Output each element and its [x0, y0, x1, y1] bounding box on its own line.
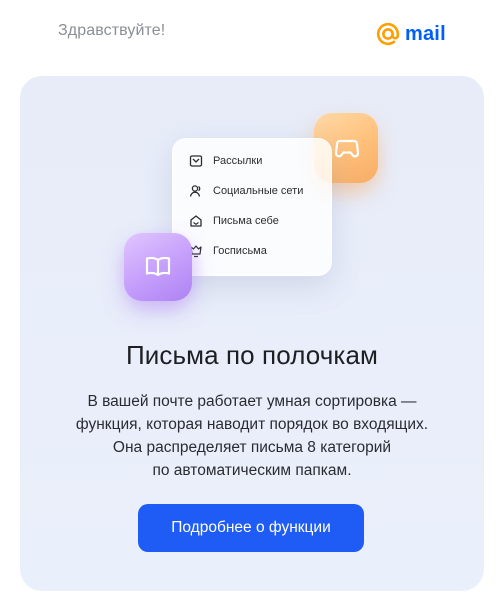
description-line: В вашей почте работает умная сортировка …	[87, 393, 417, 410]
menu-item-newsletters: Рассылки	[189, 151, 262, 171]
description-line: по автоматическим папкам.	[152, 462, 352, 479]
learn-more-button[interactable]: Подробнее о функции	[138, 504, 364, 552]
menu-item-label: Госписьма	[213, 245, 267, 257]
book-icon	[145, 256, 171, 277]
education-tile	[124, 233, 192, 301]
menu-item-social: Социальные сети	[189, 181, 303, 201]
menu-item-label: Социальные сети	[213, 185, 304, 197]
menu-item-label: Рассылки	[213, 155, 263, 167]
letters-to-self-icon	[190, 215, 202, 227]
at-sign-icon	[376, 22, 400, 46]
promo-description: В вашей почте работает умная сортировка …	[20, 390, 484, 482]
description-line: Она распределяет письма 8 категорий	[112, 439, 392, 456]
social-networks-icon	[189, 185, 201, 197]
mail-logo[interactable]: mail	[376, 19, 446, 49]
logo-wordmark: mail	[405, 22, 446, 45]
newsletter-icon	[189, 155, 203, 167]
greeting-text: Здравствуйте!	[58, 22, 166, 39]
gamepad-icon	[334, 139, 360, 158]
menu-item-label: Письма себе	[213, 215, 279, 227]
email-body: Здравствуйте! mail Рассылки Социальные с…	[0, 0, 500, 602]
promo-title: Письма по полочкам	[125, 340, 379, 370]
description-line: функция, которая наводит порядок во вход…	[75, 416, 429, 433]
menu-item-self-letters: Письма себе	[189, 211, 279, 231]
